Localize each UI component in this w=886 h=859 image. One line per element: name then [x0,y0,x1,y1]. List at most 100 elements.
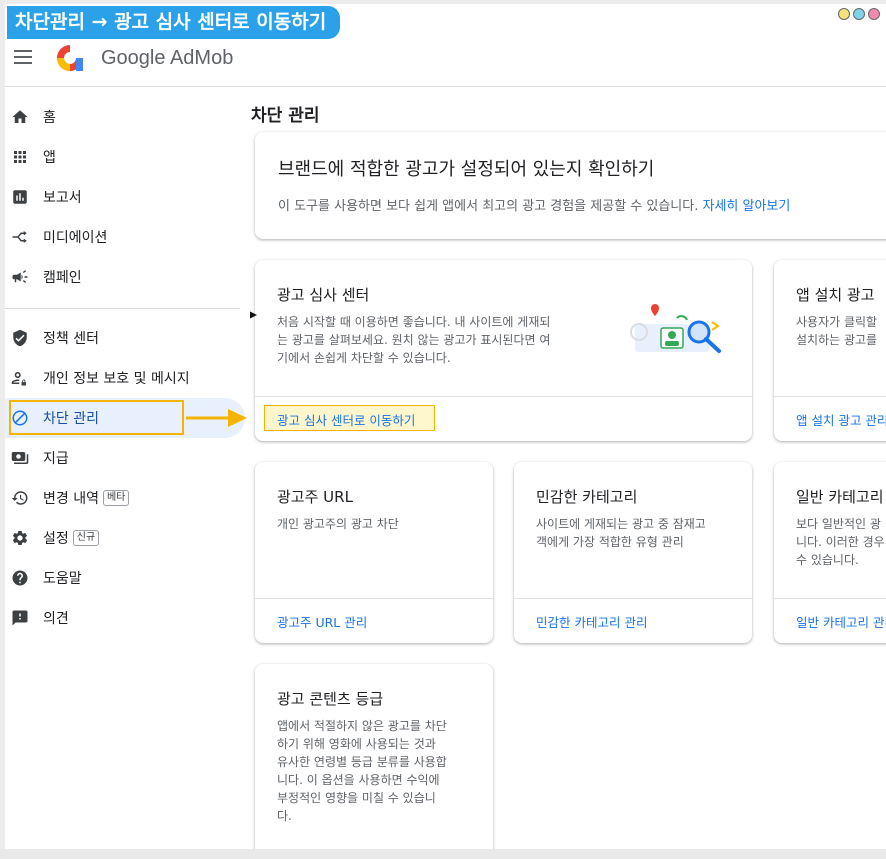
sidebar-item-policy-center[interactable]: 정책 센터 [5,318,245,358]
manage-general-categories-link[interactable]: 일반 카테고리 관리 [796,612,886,631]
sidebar-item-label: 의견 [43,611,69,627]
sidebar-item-label: 지급 [43,451,69,467]
sidebar-item-help[interactable]: 도움말 [5,558,245,598]
card-desc-line: 는 광고를 살펴보세요. 원치 않는 광고가 표시된다면 여 [277,333,551,347]
card-desc-line: 사이트에 게재되는 광고 중 잠재고 [536,517,706,531]
card-description: 사이트에 게재되는 광고 중 잠재고 객에게 가장 적합한 유형 관리 [536,515,746,551]
sidebar-item-label: 홈 [43,110,56,126]
apps-grid-icon [14,151,26,163]
orange-arrow-icon [186,409,247,427]
window-controls [838,8,880,20]
feedback-icon [12,610,28,626]
card-desc-line: 처음 시작할 때 이용하면 좋습니다. 내 사이트에 게재되 [277,315,551,329]
card-desc-line: 수 있습니다. [796,553,859,567]
card-desc-line: 보다 일반적인 광 [796,517,881,531]
card-title: 일반 카테고리 [796,488,884,506]
sidebar-item-payments[interactable]: 지급 [5,438,245,478]
hero-title: 브랜드에 적합한 광고가 설정되어 있는지 확인하기 [278,159,655,180]
card-desc-line: 하기 위해 영화에 사용되는 것과 [277,737,436,751]
card-footer: 광고 심사 센터로 이동하기 [255,396,752,441]
card-desc-line: 니다. 이 옵션을 사용하면 수익에 [277,773,440,787]
hero-description: 이 도구를 사용하면 보다 쉽게 앱에서 최고의 광고 경험을 제공할 수 있습… [278,195,790,214]
new-badge: 신규 [72,530,100,546]
card-title: 앱 설치 광고 [796,286,875,304]
card-desc-line: 개인 광고주의 광고 차단 [277,517,399,531]
gear-icon [12,530,28,546]
card-title: 광고주 URL [277,488,353,506]
sensitive-categories-card: 민감한 카테고리 사이트에 게재되는 광고 중 잠재고 객에게 가장 적합한 유… [514,462,752,643]
advertiser-url-card: 광고주 URL 개인 광고주의 광고 차단 광고주 URL 관리 [255,462,493,643]
sidebar-item-mediation[interactable]: 미디에이션 [5,217,245,257]
card-title: 광고 심사 센터 [277,286,370,304]
sidebar-item-settings[interactable]: 설정 신규 [5,518,245,558]
payments-icon [11,452,29,464]
ad-content-rating-card: 광고 콘텐츠 등급 앱에서 적절하지 않은 광고를 차단 하기 위해 영화에 사… [255,664,493,849]
sidebar-nav: 홈 앱 보고서 미디에이션 캠페인 정책 센터 개인 정보 보호 및 메시지 차… [5,97,245,638]
go-to-ad-review-center-link[interactable]: 광고 심사 센터로 이동하기 [277,410,415,429]
sidebar-item-label: 변경 내역 [43,491,99,507]
app-install-ads-card: 앱 설치 광고 사용자가 클릭할 설치하는 광고를 앱 설치 광고 관리 [774,260,886,441]
general-categories-card: 일반 카테고리 보다 일반적인 광 니다. 이러한 경우 수 있습니다. 일반 … [774,462,886,643]
history-icon [11,491,28,505]
card-desc-line: 다. [277,809,292,823]
main-content: 차단 관리 브랜드에 적합한 광고가 설정되어 있는지 확인하기 이 도구를 사… [250,87,886,849]
manage-app-install-ads-link[interactable]: 앱 설치 광고 관리 [796,410,886,429]
mediation-icon [12,231,27,243]
top-app-bar: Google AdMob [5,32,886,87]
card-footer: 일반 카테고리 관리 [774,598,886,643]
ad-review-center-card: 광고 심사 센터 처음 시작할 때 이용하면 좋습니다. 내 사이트에 게재되 … [255,260,752,441]
hero-desc-text: 이 도구를 사용하면 보다 쉽게 앱에서 최고의 광고 경험을 제공할 수 있습… [278,199,699,214]
sidebar-divider [5,308,240,309]
sidebar-item-apps[interactable]: 앱 [5,137,245,177]
card-description: 처음 시작할 때 이용하면 좋습니다. 내 사이트에 게재되 는 광고를 살펴보… [277,313,597,367]
sidebar-highlight-annotation [9,400,184,435]
app-title: Google AdMob [101,47,234,69]
card-desc-line: 사용자가 클릭할 [796,315,878,329]
sidebar-item-change-history[interactable]: 변경 내역 베타 [5,478,245,518]
card-title: 광고 콘텐츠 등급 [277,690,384,708]
page-title: 차단 관리 [251,106,320,126]
card-desc-line: 유사한 연령별 등급 분류를 사용합 [277,755,447,769]
sidebar-item-label: 보고서 [43,190,82,206]
admob-logo-icon [57,45,83,71]
sidebar-item-label: 미디에이션 [43,230,108,246]
sidebar-item-campaigns[interactable]: 캠페인 [5,257,245,297]
card-desc-line: 객에게 가장 적합한 유형 관리 [536,535,684,549]
card-footer: 광고주 URL 관리 [255,598,493,643]
card-desc-line: 니다. 이러한 경우 [796,535,885,549]
close-dot-icon[interactable] [868,8,880,20]
sidebar-item-privacy-messaging[interactable]: 개인 정보 보호 및 메시지 [5,358,245,398]
minimize-dot-icon[interactable] [838,8,850,20]
card-description: 보다 일반적인 광 니다. 이러한 경우 수 있습니다. [796,515,886,569]
sidebar-item-feedback[interactable]: 의견 [5,598,245,638]
help-icon [12,570,28,586]
maximize-dot-icon[interactable] [853,8,865,20]
sidebar-item-reports[interactable]: 보고서 [5,177,245,217]
manage-advertiser-url-link[interactable]: 광고주 URL 관리 [277,612,367,631]
learn-more-link[interactable]: 자세히 알아보기 [703,199,791,214]
card-footer: 민감한 카테고리 관리 [514,598,752,643]
card-desc-line: 앱에서 적절하지 않은 광고를 차단 [277,719,447,733]
card-description: 개인 광고주의 광고 차단 [277,515,477,533]
tutorial-banner: 차단관리 → 광고 심사 센터로 이동하기 [7,6,341,39]
card-title: 민감한 카테고리 [536,488,638,506]
sidebar-item-label: 설정 [43,531,69,547]
ad-review-illustration-icon [630,304,721,353]
home-icon [12,110,28,123]
card-description: 앱에서 적절하지 않은 광고를 차단 하기 위해 영화에 사용되는 것과 유사한… [277,717,492,825]
sidebar-item-label: 캠페인 [43,270,82,286]
reports-icon [13,190,27,204]
card-desc-line: 기에서 손쉽게 차단할 수 있습니다. [277,351,451,365]
card-footer: 앱 설치 광고 관리 [774,396,886,441]
app-window: Google AdMob 홈 앱 보고서 미디에이션 캠페인 정책 센터 개인 … [5,4,886,849]
sidebar-item-label: 앱 [43,150,56,166]
menu-icon[interactable] [14,50,32,64]
sidebar-item-label: 도움말 [43,571,82,587]
sidebar-item-home[interactable]: 홈 [5,97,245,137]
manage-sensitive-categories-link[interactable]: 민감한 카테고리 관리 [536,612,647,631]
card-description: 사용자가 클릭할 설치하는 광고를 [796,313,886,349]
beta-badge: 베타 [102,490,130,506]
hero-card: 브랜드에 적합한 광고가 설정되어 있는지 확인하기 이 도구를 사용하면 보다… [255,132,886,239]
black-pointer-icon [250,310,257,320]
card-desc-line: 설치하는 광고를 [796,333,878,347]
